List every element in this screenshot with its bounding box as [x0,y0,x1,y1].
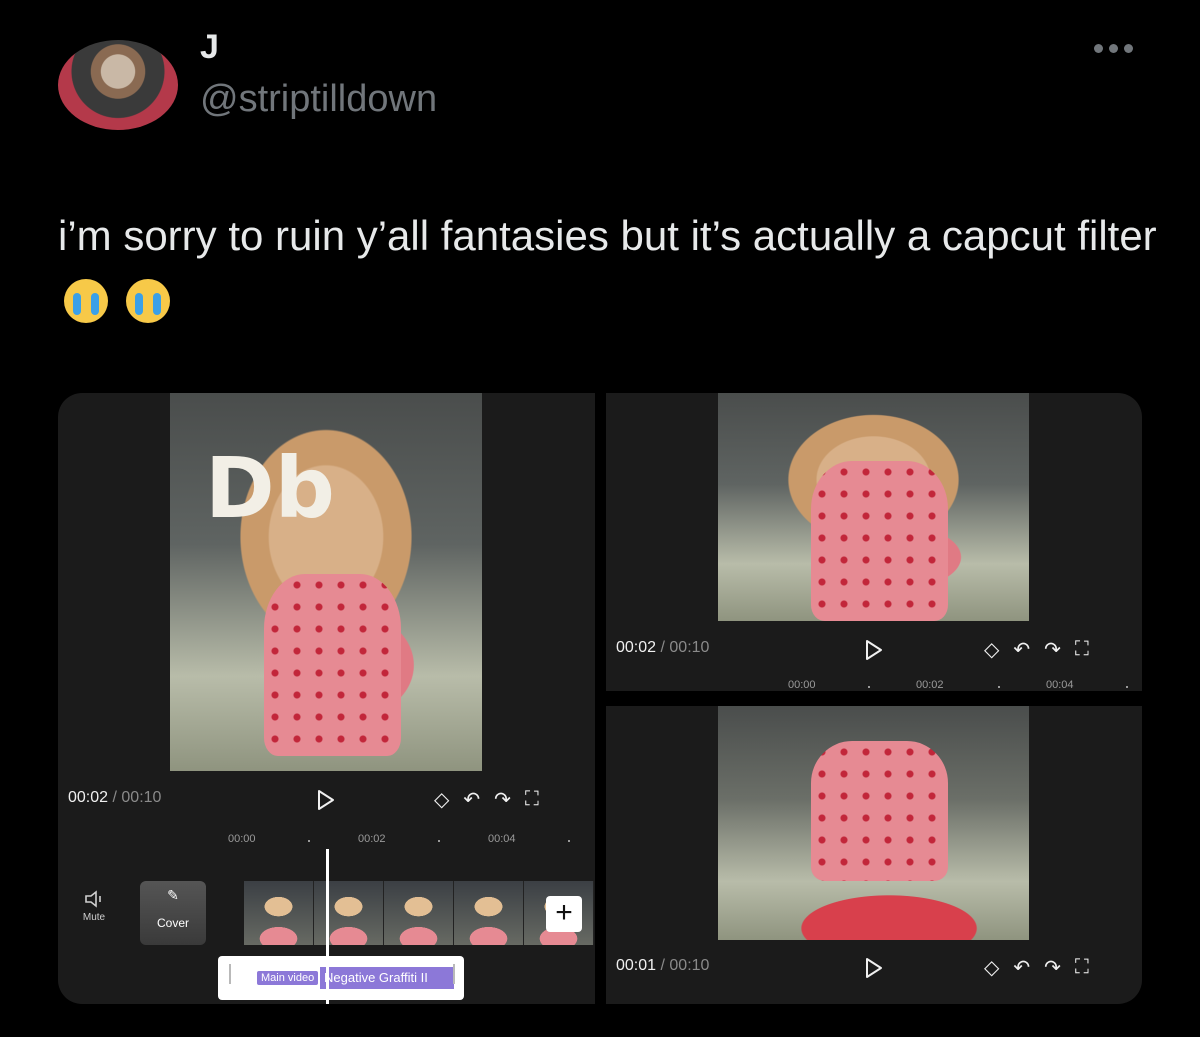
ruler-mark: 00:02 [916,679,944,691]
time-separator: / [660,957,665,974]
effect-trim-handle-right[interactable] [453,964,455,984]
video-preview [718,706,1029,940]
undo-icon[interactable]: ↶ [463,787,480,812]
total-time: 00:10 [121,789,162,806]
edit-icon: ✎ [167,887,179,903]
crying-face-emoji-icon [125,278,170,323]
avatar[interactable] [58,40,178,130]
undo-icon[interactable]: ↶ [1013,637,1030,662]
video-preview: Db [170,393,482,771]
total-time: 00:10 [669,639,710,656]
redo-icon[interactable]: ↷ [1044,955,1061,980]
video-preview [718,393,1029,621]
media-image-editor-left[interactable]: Db 00:02 / 00:10 ◇ ↶ ↷ ⛶ 00:00 00:02 00:… [58,393,595,1004]
total-time: 00:10 [669,957,710,974]
time-separator: / [660,639,665,656]
play-icon[interactable] [864,639,884,661]
tweet-body: i’m sorry to ruin y’all fantasies but it… [58,212,1157,259]
fullscreen-icon[interactable]: ⛶ [525,788,539,811]
graffiti-overlay: Db [205,439,335,537]
current-time: 00:02 [616,639,657,656]
ruler-mark: 00:00 [788,679,816,691]
cover-button[interactable]: ✎ Cover [140,881,206,945]
media-grid[interactable]: Db 00:02 / 00:10 ◇ ↶ ↷ ⛶ 00:00 00:02 00:… [58,393,1142,1004]
add-clip-button[interactable]: + [546,896,582,932]
editor-toolbar: ◇ ↶ ↷ ⛶ [984,637,1089,662]
tweet-text: i’m sorry to ruin y’all fantasies but it… [58,205,1158,329]
keyframe-icon[interactable]: ◇ [984,637,999,662]
current-time: 00:02 [68,789,109,806]
keyframe-icon[interactable]: ◇ [984,955,999,980]
fullscreen-icon[interactable]: ⛶ [1075,638,1089,661]
ruler-mark: 00:04 [1046,679,1074,691]
ruler-mark: 00:00 [228,833,256,845]
user-handle[interactable]: @striptilldown [200,78,437,121]
speaker-icon [85,890,101,908]
redo-icon[interactable]: ↷ [1044,637,1061,662]
main-video-chip: Main video [257,971,319,985]
more-options-icon[interactable] [1094,36,1140,60]
fullscreen-icon[interactable]: ⛶ [1075,956,1089,979]
play-icon[interactable] [316,789,336,811]
media-image-editor-top-right[interactable]: 00:02 / 00:10 ◇ ↶ ↷ ⛶ 00:00 00:02 00:04 [606,393,1142,691]
playhead[interactable] [326,849,329,1004]
ruler-mark: 00:04 [488,833,516,845]
clip-strip[interactable] [244,881,594,945]
timecode: 00:01 / 00:10 [616,957,709,975]
media-image-editor-bottom-right[interactable]: 00:01 / 00:10 ◇ ↶ ↷ ⛶ [606,706,1142,1004]
timecode: 00:02 / 00:10 [616,639,709,657]
current-time: 00:01 [616,957,657,974]
mute-label: Mute [82,912,106,923]
redo-icon[interactable]: ↷ [494,787,511,812]
mute-button[interactable]: Mute [76,889,112,923]
crying-face-emoji-icon [64,278,108,323]
timecode: 00:02 / 00:10 [68,789,161,807]
undo-icon[interactable]: ↶ [1013,955,1030,980]
editor-toolbar: ◇ ↶ ↷ ⛶ [434,787,539,812]
effect-trim-handle-left[interactable] [229,964,231,984]
display-name[interactable]: J [200,28,219,67]
effect-label: Negative Graffiti II [320,967,454,989]
editor-toolbar: ◇ ↶ ↷ ⛶ [984,955,1089,980]
keyframe-icon[interactable]: ◇ [434,787,449,812]
play-icon[interactable] [864,957,884,979]
cover-label: Cover [156,916,189,930]
ruler-mark: 00:02 [358,833,386,845]
time-separator: / [112,789,117,806]
